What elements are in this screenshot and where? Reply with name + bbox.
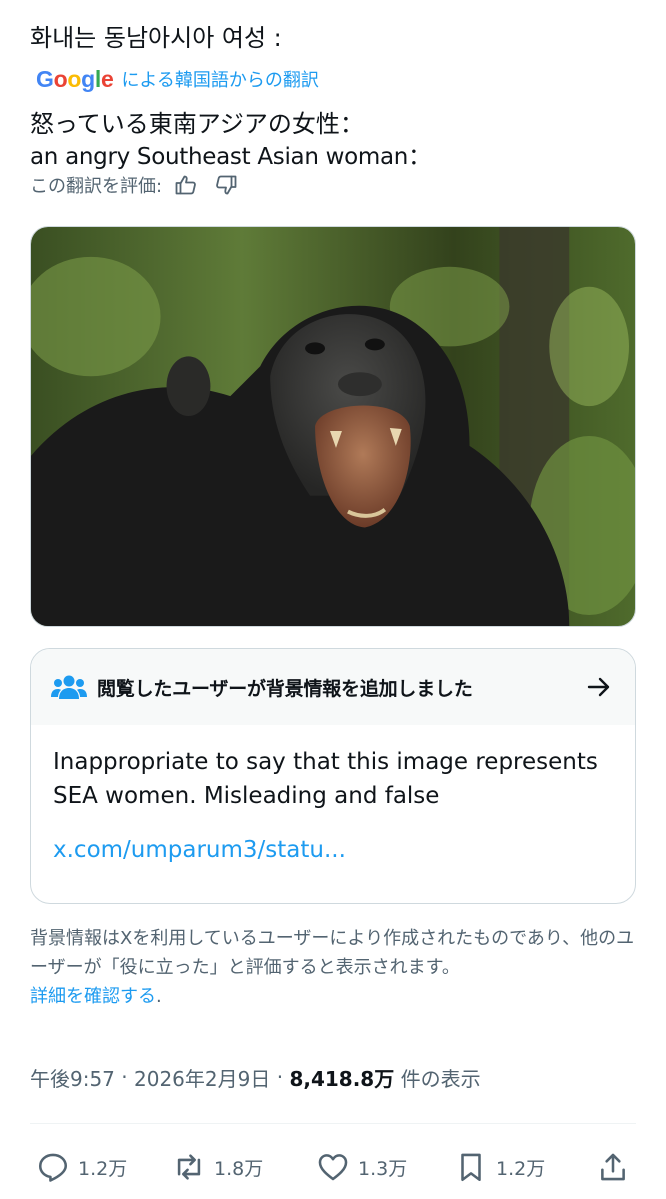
bookmark-icon xyxy=(461,1153,481,1182)
community-note-body: Inappropriate to say that this image rep… xyxy=(31,725,635,867)
people-icon xyxy=(51,675,87,699)
heart-icon xyxy=(318,1154,348,1181)
views-count: 8,418.8万 xyxy=(289,1066,395,1091)
rate-translation-label: この翻訳を評価: xyxy=(30,176,163,197)
translated-text-ja: 怒っている東南アジアの女性： xyxy=(30,110,364,138)
meta-separator: · xyxy=(270,1065,290,1089)
community-note-text: Inappropriate to say that this image rep… xyxy=(53,749,598,809)
arrow-right-icon[interactable] xyxy=(585,673,613,701)
bookmark-count: 1.2万 xyxy=(496,1157,546,1180)
community-note-card: 閲覧したユーザーが背景情報を追加しました Inappropriate to sa… xyxy=(30,648,636,904)
translated-text-en: an angry Southeast Asian woman： xyxy=(30,144,431,170)
reply-icon xyxy=(38,1153,68,1182)
google-logo: Google xyxy=(36,65,114,92)
like-count: 1.3万 xyxy=(358,1157,408,1180)
repost-count: 1.8万 xyxy=(214,1157,264,1180)
post-meta: 午後9:57 · 2026年2月9日 · 8,418.8万 件の表示 xyxy=(30,1060,481,1094)
community-note-header[interactable]: 閲覧したユーザーが背景情報を追加しました xyxy=(31,649,635,725)
community-note-link[interactable]: x.com/umparum3/statu... xyxy=(53,833,613,867)
views-label: 件の表示 xyxy=(394,1066,481,1091)
post-date[interactable]: 2026年2月9日 xyxy=(134,1063,270,1092)
chimpanzee-photo xyxy=(31,227,635,626)
post-original-text: 화내는 동남아시아 여성 : xyxy=(30,24,282,52)
post-image[interactable] xyxy=(30,226,636,627)
meta-separator: · xyxy=(114,1065,134,1089)
disclaimer-text: 背景情報はXを利用しているユーザーにより作成されたものであり、他のユーザーが「役… xyxy=(30,928,635,978)
learn-more-link[interactable]: 詳細を確認する xyxy=(30,986,156,1007)
thumbs-down-icon[interactable] xyxy=(210,170,242,200)
share-button[interactable] xyxy=(596,1145,638,1189)
translation-attribution: Google による韓国語からの翻訳 xyxy=(36,64,319,94)
community-note-disclaimer: 背景情報はXを利用しているユーザーにより作成されたものであり、他のユーザーが「役… xyxy=(30,924,640,1011)
like-button[interactable]: 1.3万 xyxy=(316,1145,407,1189)
repost-icon xyxy=(177,1154,201,1180)
repost-button[interactable]: 1.8万 xyxy=(172,1145,263,1189)
reply-button[interactable]: 1.2万 xyxy=(36,1145,127,1189)
disclaimer-suffix: . xyxy=(156,986,162,1007)
rate-translation: この翻訳を評価: xyxy=(30,170,242,200)
share-icon xyxy=(601,1153,625,1181)
post-time[interactable]: 午後9:57 xyxy=(30,1063,115,1092)
community-note-title: 閲覧したユーザーが背景情報を追加しました xyxy=(97,677,473,700)
translation-label[interactable]: による韓国語からの翻訳 xyxy=(121,66,318,92)
thumbs-up-icon[interactable] xyxy=(170,170,202,200)
divider xyxy=(30,1123,636,1124)
bookmark-button[interactable]: 1.2万 xyxy=(454,1145,545,1189)
reply-count: 1.2万 xyxy=(78,1157,128,1180)
action-bar: 1.2万 1.8万 1.3万 1.2万 xyxy=(30,1145,636,1189)
